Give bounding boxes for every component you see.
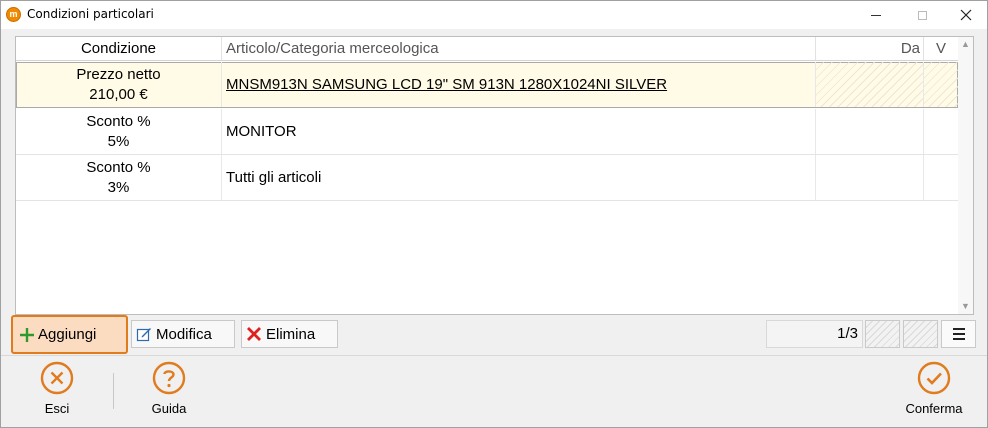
article-link[interactable]: MNSM913N SAMSUNG LCD 19" SM 913N 1280X10… (221, 62, 815, 107)
filter-button-2[interactable] (903, 320, 938, 348)
minimize-icon (871, 14, 881, 16)
condition-value: 3% (107, 179, 130, 196)
to-cell (923, 109, 958, 154)
help-button-label: Guida (151, 401, 187, 416)
hamburger-icon-line (952, 333, 965, 335)
column-header-to[interactable]: V (923, 37, 958, 60)
window-title: Condizioni particolari (27, 7, 154, 21)
vertical-scrollbar[interactable]: ▲ ▼ (958, 37, 973, 314)
action-separator (113, 373, 114, 409)
exit-button[interactable]: Esci (29, 361, 85, 421)
hamburger-icon-line (952, 338, 965, 340)
minimize-button[interactable] (853, 1, 899, 29)
condition-cell: Prezzo netto 210,00 € (16, 62, 221, 107)
menu-button[interactable] (941, 320, 976, 348)
from-cell (815, 155, 923, 200)
condition-value: 210,00 € (89, 86, 148, 103)
page-indicator: 1/3 (766, 320, 863, 348)
delete-x-icon (247, 327, 261, 341)
dialog-window: m Condizioni particolari Condizione Arti… (0, 0, 988, 428)
delete-button[interactable]: Elimina (241, 320, 338, 348)
cancel-circle-icon (40, 361, 74, 395)
condition-cell: Sconto % 5% (16, 109, 221, 154)
app-icon: m (6, 7, 21, 22)
exit-button-label: Esci (44, 401, 70, 416)
plus-icon (20, 327, 34, 342)
help-button[interactable]: Guida (139, 361, 199, 421)
grid-header: Condizione Articolo/Categoria merceologi… (16, 37, 958, 61)
condition-cell: Sconto % 3% (16, 155, 221, 200)
condition-type: Sconto % (86, 113, 151, 130)
article-cell: Tutti gli articoli (221, 155, 815, 200)
confirm-button-label: Conferma (905, 401, 963, 416)
add-button-label: Aggiungi (38, 326, 97, 343)
check-circle-icon (917, 361, 951, 395)
maximize-button[interactable] (899, 1, 945, 29)
table-row[interactable]: Sconto % 3% Tutti gli articoli (16, 155, 958, 201)
edit-icon (136, 328, 151, 342)
maximize-icon (917, 10, 927, 20)
filter-button-1[interactable] (865, 320, 900, 348)
hamburger-icon (952, 328, 965, 330)
table-row[interactable]: Sconto % 5% MONITOR (16, 109, 958, 155)
column-header-from[interactable]: Da (815, 37, 923, 60)
scroll-up-arrow-icon[interactable]: ▲ (958, 37, 973, 52)
to-cell (923, 62, 958, 107)
conditions-grid: Condizione Articolo/Categoria merceologi… (15, 36, 974, 315)
column-header-article[interactable]: Articolo/Categoria merceologica (221, 37, 815, 60)
title-bar: m Condizioni particolari (1, 1, 987, 29)
bottom-divider (1, 355, 987, 356)
to-cell (923, 155, 958, 200)
add-button[interactable]: Aggiungi (11, 315, 128, 354)
confirm-button[interactable]: Conferma (896, 361, 972, 421)
from-cell (815, 109, 923, 154)
close-icon (960, 9, 972, 21)
column-header-condition[interactable]: Condizione (16, 37, 221, 60)
from-cell (815, 62, 923, 107)
edit-button-label: Modifica (156, 325, 212, 343)
edit-button[interactable]: Modifica (131, 320, 235, 348)
scroll-down-arrow-icon[interactable]: ▼ (958, 299, 973, 314)
help-circle-icon (152, 361, 186, 395)
table-row[interactable]: Prezzo netto 210,00 € MNSM913N SAMSUNG L… (16, 62, 958, 108)
condition-value: 5% (107, 133, 130, 150)
delete-button-label: Elimina (266, 325, 316, 343)
article-cell: MONITOR (221, 109, 815, 154)
close-button[interactable] (943, 1, 988, 29)
condition-type: Sconto % (86, 159, 151, 176)
condition-type: Prezzo netto (76, 66, 161, 83)
